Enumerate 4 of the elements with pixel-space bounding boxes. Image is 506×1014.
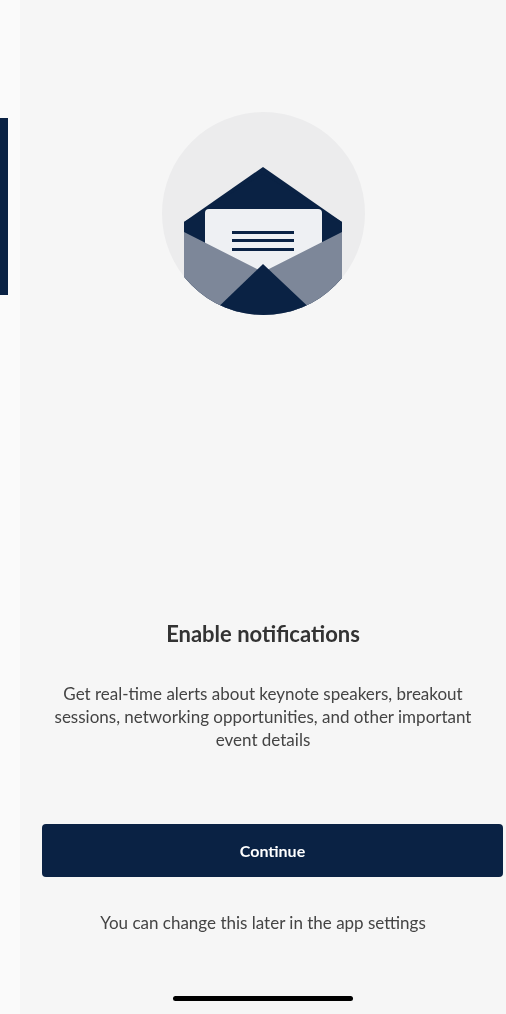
continue-button[interactable]: Continue [42,824,503,877]
footnote: You can change this later in the app settings [100,911,426,934]
description: Get real-time alerts about keynote speakers, breakout sessions, networking opportunities, and other important event details [53,682,473,751]
title: Enable notifications [166,620,360,648]
